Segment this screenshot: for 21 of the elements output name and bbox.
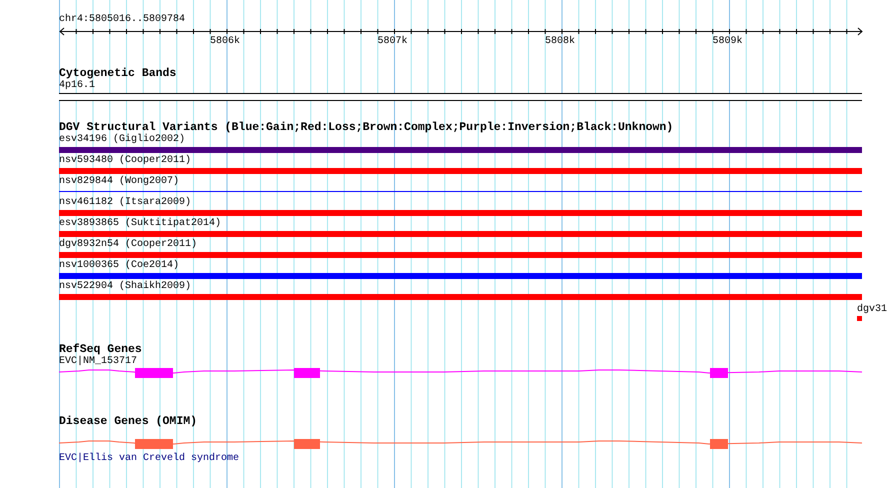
track-title: DGV Structural Variants (Blue:Gain;Red:Loss;Brown:Complex;Purple:Inversion;Black:Unknown)	[59, 121, 674, 134]
variant-label: dgv8932n54 (Cooper2011)	[59, 239, 198, 251]
ruler-tick-label: 5808k	[545, 36, 576, 48]
ruler-tick-label: 5809k	[712, 36, 743, 48]
gene-label: EVC|Ellis van Creveld syndrome	[59, 453, 240, 465]
sequence-range: chr4:5805016..5809784	[59, 14, 186, 26]
variant-label: nsv461182 (Itsara2009)	[59, 197, 192, 209]
variant-label: esv3893865 (Suktitipat2014)	[59, 218, 222, 230]
track-title: RefSeq Genes	[59, 343, 143, 356]
ruler-tick-label: 5807k	[378, 36, 408, 48]
variant-label: nsv829844 (Wong2007)	[59, 176, 180, 188]
variant-label: esv34196 (Giglio2002)	[59, 134, 186, 146]
track-title: Cytogenetic Bands	[59, 67, 178, 80]
variant-label: nsv522904 (Shaikh2009)	[59, 281, 192, 293]
gene-label: EVC|NM_153717	[59, 356, 138, 368]
variant-label: nsv1000365 (Coe2014)	[59, 260, 180, 272]
variant-label: dgv31	[857, 304, 888, 315]
track-title: Disease Genes (OMIM)	[59, 415, 198, 428]
variant-label: nsv593480 (Cooper2011)	[59, 155, 192, 167]
band-label: 4p16.1	[59, 80, 96, 92]
ruler-tick-label: 5806k	[210, 36, 240, 48]
